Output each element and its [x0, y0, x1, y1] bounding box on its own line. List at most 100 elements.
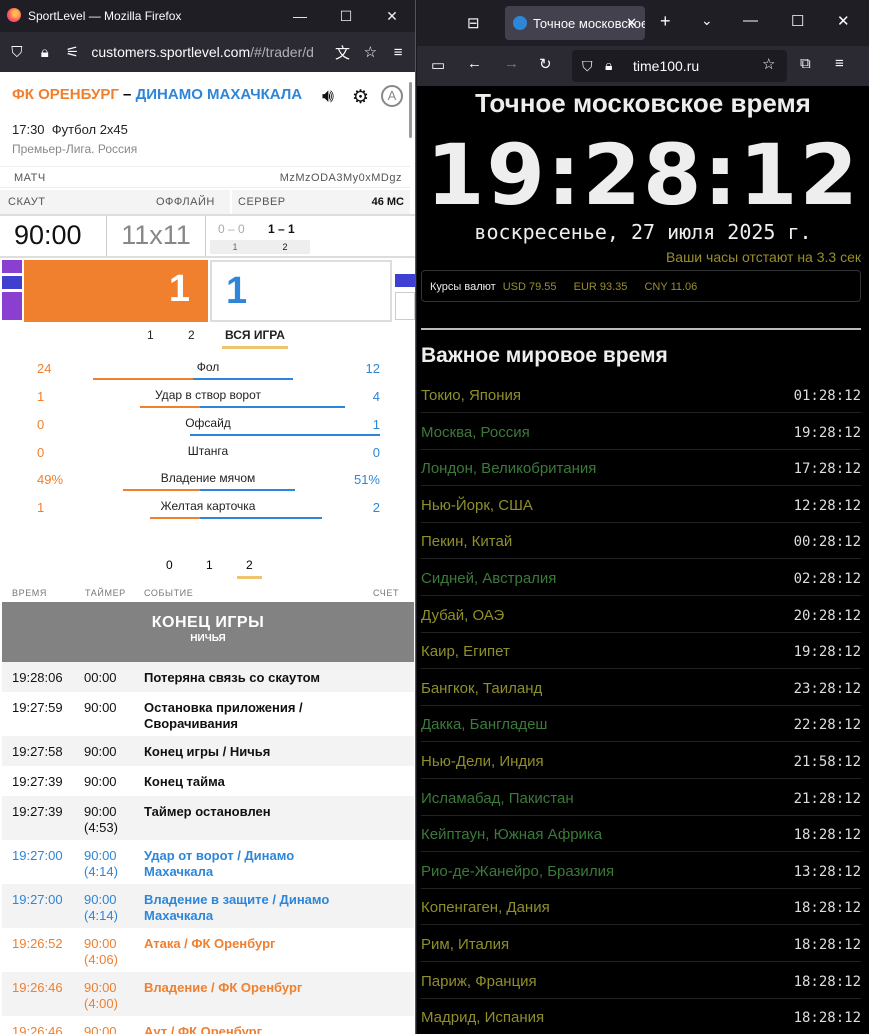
- new-tab-icon[interactable]: +: [660, 11, 671, 32]
- permissions-icon[interactable]: ⚟: [64, 43, 82, 61]
- active-tab[interactable]: Точное московское в ✕: [505, 6, 645, 40]
- back-arrow-icon[interactable]: ←: [467, 55, 482, 72]
- world-time-heading: Важное мировое время: [421, 344, 668, 367]
- stat-tab-0[interactable]: 0: [166, 558, 173, 572]
- tab-period-1[interactable]: 1: [147, 328, 154, 342]
- city-time: 12:28:12: [793, 497, 861, 514]
- city-row[interactable]: Кейптаун, Южная Африка 18:28:12: [421, 816, 861, 853]
- event-row[interactable]: 19:27:58 90:00 Конец игры / Ничья: [2, 736, 414, 766]
- city-row[interactable]: Париж, Франция 18:28:12: [421, 963, 861, 999]
- team1-goals: 1: [24, 260, 208, 322]
- stat-tab-2[interactable]: 2: [237, 558, 262, 579]
- city-row[interactable]: Каир, Египет 19:28:12: [421, 633, 861, 670]
- menu-icon[interactable]: ≡: [835, 55, 844, 72]
- city-row[interactable]: Нью-Дели, Индия 21:58:12: [421, 743, 861, 779]
- tab-period-2[interactable]: 2: [188, 328, 195, 342]
- period1-tab[interactable]: 1: [210, 240, 260, 254]
- stat-right-value: 12: [365, 361, 380, 376]
- event-row[interactable]: 19:26:46 90:00 (4:00) Владение / ФК Оренбу…: [2, 972, 414, 1016]
- shield-icon[interactable]: ⛉: [582, 58, 593, 75]
- forward-arrow-icon[interactable]: →: [504, 55, 519, 72]
- event-row[interactable]: 19:27:00 90:00 (4:14) Удар от ворот / Дина…: [2, 840, 414, 884]
- stat-row: 24 Фол 12: [0, 358, 415, 384]
- stat-row: 1 Желтая карточка 2: [0, 497, 415, 523]
- auto-mode-icon[interactable]: A: [381, 85, 403, 107]
- settings-gear-icon[interactable]: ⚙: [352, 86, 369, 109]
- end-game-result: НИЧЬЯ: [190, 633, 226, 644]
- event-timer: 90:00 (4:00): [84, 980, 118, 1011]
- url-input[interactable]: ⛉ 🔒︎ time100.ru: [572, 50, 787, 82]
- city-name: Кейптаун, Южная Африка: [421, 826, 603, 844]
- indicator-square: [2, 292, 22, 320]
- stat-name: Штанга: [187, 444, 229, 458]
- shield-icon[interactable]: ⛉: [8, 44, 26, 61]
- city-row[interactable]: Токио, Япония 01:28:12: [421, 377, 861, 413]
- match-title: ФК ОРЕНБУРГ – ДИНАМО МАХАЧКАЛА: [12, 86, 312, 103]
- event-time: 19:27:39: [12, 774, 63, 789]
- bookmark-star-icon[interactable]: ☆: [361, 43, 379, 61]
- reload-icon[interactable]: ↻: [539, 55, 552, 73]
- url-input[interactable]: customers.sportlevel.com/#/trader/d: [91, 44, 323, 60]
- moscow-clock: 19:28:12: [426, 126, 860, 224]
- city-row[interactable]: Дубай, ОАЭ 20:28:12: [421, 597, 861, 633]
- city-row[interactable]: Москва, Россия 19:28:12: [421, 414, 861, 450]
- close-icon[interactable]: ✕: [369, 0, 415, 32]
- indicator-square: [395, 274, 415, 287]
- maximize-icon[interactable]: ☐: [323, 0, 369, 32]
- close-icon[interactable]: ✕: [837, 12, 850, 30]
- city-name: Рим, Италия: [421, 936, 510, 953]
- city-row[interactable]: Мадрид, Испания 18:28:12: [421, 999, 861, 1034]
- tab-close-icon[interactable]: ✕: [626, 15, 637, 31]
- stat-bar-team2: [200, 517, 322, 519]
- city-time: 18:28:12: [793, 827, 861, 844]
- sidebar-icon[interactable]: ▭: [431, 56, 445, 74]
- event-row[interactable]: 19:27:39 90:00 (4:53) Таймер остановлен: [2, 796, 414, 840]
- indicator-square: [2, 276, 22, 289]
- team2-name: ДИНАМО МАХАЧКАЛА: [135, 86, 303, 103]
- city-name: Каир, Египет: [421, 643, 510, 661]
- maximize-icon[interactable]: ☐: [791, 12, 804, 30]
- usd-rate: USD 79.55: [502, 281, 557, 293]
- chevron-down-icon[interactable]: ⌄: [701, 12, 713, 29]
- city-row[interactable]: Дакка, Бангладеш 22:28:12: [421, 706, 861, 743]
- event-row[interactable]: 19:26:52 90:00 (4:06) Атака / ФК Оренбург: [2, 928, 414, 972]
- city-row[interactable]: Нью-Йорк, США 12:28:12: [421, 487, 861, 523]
- event-row[interactable]: 19:27:59 90:00 Остановка приложения / Свор…: [2, 692, 414, 736]
- sound-icon[interactable]: 🔊︎: [322, 86, 334, 108]
- event-row[interactable]: 19:28:06 00:00 Потеряна связь со скаутом: [2, 662, 414, 692]
- stat-tab-1[interactable]: 1: [206, 558, 213, 572]
- tab-full-game[interactable]: ВСЯ ИГРА: [222, 328, 288, 349]
- city-row[interactable]: Рио-де-Жанейро, Бразилия 13:28:12: [421, 853, 861, 889]
- league-name: Премьер-Лига. Россия: [12, 142, 138, 156]
- bookmark-star-icon[interactable]: ☆: [762, 55, 775, 73]
- event-row[interactable]: 19:27:39 90:00 Конец тайма: [2, 766, 414, 796]
- page-content: ФК ОРЕНБУРГ – ДИНАМО МАХАЧКАЛА 🔊︎ ⚙ A 17…: [0, 76, 415, 1034]
- event-row[interactable]: 19:27:00 90:00 (4:14) Владение в защите / …: [2, 884, 414, 928]
- minimize-icon[interactable]: —: [277, 0, 323, 32]
- stat-row: 0 Штанга 0: [0, 442, 415, 468]
- event-text: Владение в защите / Динамо Махачкала: [144, 892, 330, 923]
- city-row[interactable]: Пекин, Китай 00:28:12: [421, 523, 861, 560]
- city-row[interactable]: Сидней, Австралия 02:28:12: [421, 560, 861, 596]
- minimize-icon[interactable]: —: [743, 12, 758, 29]
- city-time: 18:28:12: [793, 900, 861, 917]
- city-time: 22:28:12: [793, 717, 861, 734]
- event-timer: 90:00: [84, 1024, 117, 1034]
- menu-icon[interactable]: ≡: [389, 44, 407, 61]
- tab-list-icon[interactable]: ⊟: [467, 14, 480, 32]
- city-row[interactable]: Исламабад, Пакистан 21:28:12: [421, 780, 861, 816]
- city-row[interactable]: Лондон, Великобритания 17:28:12: [421, 450, 861, 487]
- city-row[interactable]: Копенгаген, Дания 18:28:12: [421, 889, 861, 926]
- extensions-icon[interactable]: ⧉: [800, 55, 811, 72]
- city-row[interactable]: Бангкок, Таиланд 23:28:12: [421, 670, 861, 706]
- translate-icon[interactable]: 文: [334, 42, 352, 63]
- city-row[interactable]: Рим, Италия 18:28:12: [421, 926, 861, 962]
- stat-bar-team2: [193, 378, 293, 380]
- scrollbar[interactable]: [409, 82, 412, 138]
- event-time: 19:27:58: [12, 744, 63, 759]
- event-timer: 90:00: [84, 700, 117, 715]
- match-label: МАТЧ: [14, 172, 46, 184]
- clock-lag-notice: Ваши часы отстают на 3.3 сек: [665, 249, 861, 265]
- period2-tab[interactable]: 2: [260, 240, 310, 254]
- event-row[interactable]: 19:26:46 90:00 Аут / ФК Оренбург: [2, 1016, 414, 1034]
